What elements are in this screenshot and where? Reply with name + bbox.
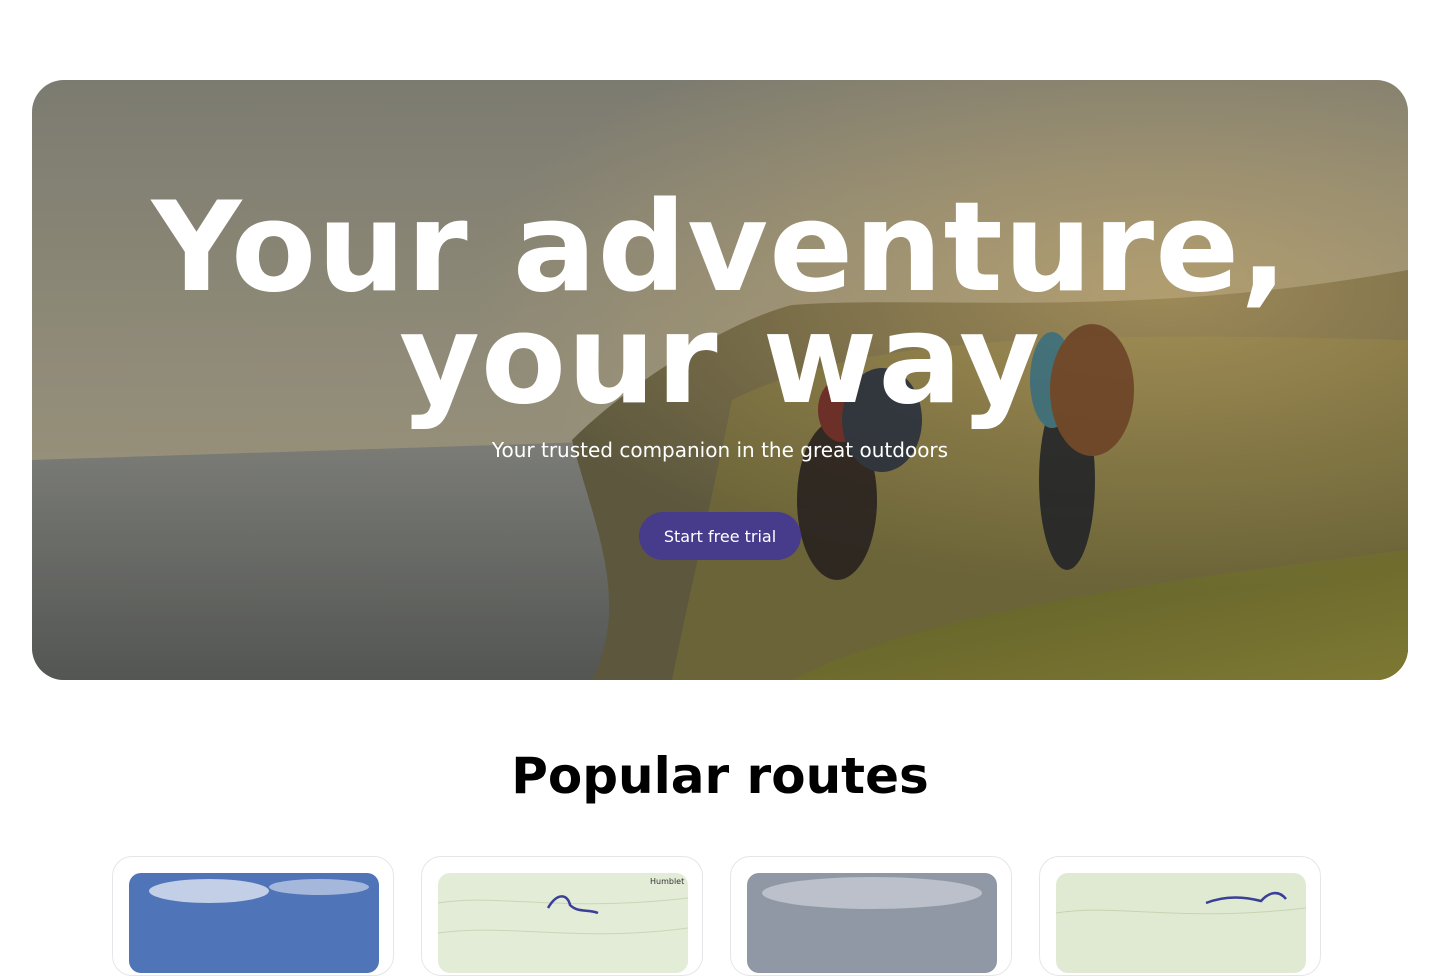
route-photo bbox=[129, 873, 379, 973]
route-map-image bbox=[1056, 873, 1306, 973]
route-photo-image bbox=[129, 873, 379, 973]
popular-routes-heading: Popular routes bbox=[511, 747, 929, 805]
start-free-trial-button[interactable]: Start free trial bbox=[639, 512, 801, 560]
route-map bbox=[1056, 873, 1306, 973]
hero-banner: Your adventure, your way Your trusted co… bbox=[32, 80, 1408, 680]
route-card[interactable] bbox=[1039, 856, 1321, 976]
map-place-label: Humblet bbox=[650, 877, 685, 886]
route-card[interactable] bbox=[112, 856, 394, 976]
hero-title-line-2: your way bbox=[399, 288, 1041, 432]
hero-title: Your adventure, your way bbox=[32, 186, 1408, 422]
route-card[interactable] bbox=[730, 856, 1012, 976]
route-photo-image bbox=[747, 873, 997, 973]
route-photo bbox=[747, 873, 997, 973]
route-map-image bbox=[438, 873, 688, 973]
hero-subtitle: Your trusted companion in the great outd… bbox=[491, 438, 949, 462]
route-map: Humblet bbox=[438, 873, 688, 973]
route-card[interactable]: Humblet bbox=[421, 856, 703, 976]
